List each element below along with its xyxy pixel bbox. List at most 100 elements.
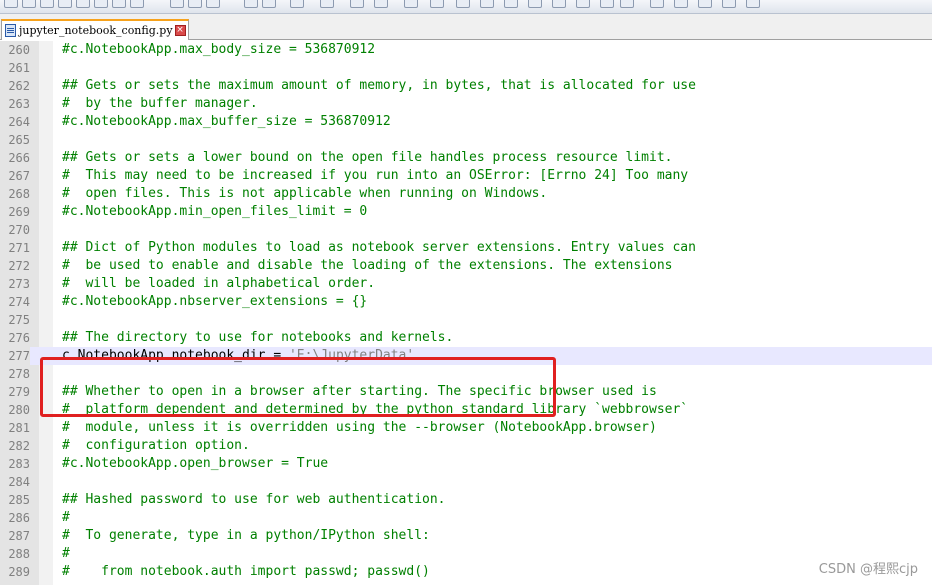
- line-number: 266: [8, 151, 30, 165]
- code-line[interactable]: 276 ## The directory to use for notebooks…: [0, 329, 932, 347]
- code-segment: ## Whether to open in a browser after st…: [62, 384, 657, 399]
- code-line[interactable]: 263 # by the buffer manager.: [0, 95, 932, 113]
- code-segment: # open files. This is not applicable whe…: [62, 186, 548, 201]
- code-text: #c.NotebookApp.min_open_files_limit = 0: [62, 203, 367, 221]
- toolbar-button[interactable]: [374, 0, 388, 8]
- code-text: #: [62, 509, 70, 527]
- code-line[interactable]: 272 # be used to enable and disable the l…: [0, 257, 932, 275]
- code-line[interactable]: 262 ## Gets or sets the maximum amount of…: [0, 77, 932, 95]
- code-segment: # by the buffer manager.: [62, 96, 258, 111]
- line-number: 265: [8, 133, 30, 147]
- toolbar-button[interactable]: [430, 0, 444, 8]
- line-number: 270: [8, 223, 30, 237]
- code-line[interactable]: 270: [0, 221, 932, 239]
- line-number: 288: [8, 547, 30, 561]
- code-text: # To generate, type in a python/IPython …: [62, 527, 430, 545]
- code-line[interactable]: 278: [0, 365, 932, 383]
- toolbar-button[interactable]: [170, 0, 184, 8]
- toolbar-button[interactable]: [320, 0, 334, 8]
- toolbar-button[interactable]: [22, 0, 36, 8]
- code-line[interactable]: 281 # module, unless it is overridden usi…: [0, 419, 932, 437]
- toolbar-button[interactable]: [350, 0, 364, 8]
- toolbar-button[interactable]: [188, 0, 202, 8]
- toolbar-button[interactable]: [504, 0, 518, 8]
- toolbar-button[interactable]: [244, 0, 258, 8]
- code-line[interactable]: 271 ## Dict of Python modules to load as …: [0, 239, 932, 257]
- toolbar-button[interactable]: [130, 0, 144, 8]
- code-line[interactable]: 282 # configuration option.: [0, 437, 932, 455]
- code-line[interactable]: 274 #c.NotebookApp.nbserver_extensions = …: [0, 293, 932, 311]
- code-line[interactable]: 280 # platform dependent and determined b…: [0, 401, 932, 419]
- line-number: 280: [8, 403, 30, 417]
- code-segment: # To generate, type in a python/IPython …: [62, 528, 430, 543]
- toolbar-button[interactable]: [94, 0, 108, 8]
- code-line[interactable]: 273 # will be loaded in alphabetical orde…: [0, 275, 932, 293]
- code-text: c.NotebookApp.notebook_dir = 'E:\Jupyter…: [62, 347, 414, 365]
- toolbar-button[interactable]: [650, 0, 664, 8]
- toolbar-button[interactable]: [576, 0, 590, 8]
- code-segment: #: [62, 546, 70, 561]
- code-line[interactable]: 269 #c.NotebookApp.min_open_files_limit =…: [0, 203, 932, 221]
- toolbar-button[interactable]: [206, 0, 220, 8]
- toolbar-button[interactable]: [404, 0, 418, 8]
- toolbar-button[interactable]: [620, 0, 634, 8]
- code-line[interactable]: 279 ## Whether to open in a browser after…: [0, 383, 932, 401]
- code-line[interactable]: 268 # open files. This is not applicable …: [0, 185, 932, 203]
- code-line[interactable]: 286 #: [0, 509, 932, 527]
- code-text: # open files. This is not applicable whe…: [62, 185, 547, 203]
- code-segment: # This may need to be increased if you r…: [62, 168, 689, 183]
- code-text: ## Gets or sets the maximum amount of me…: [62, 77, 696, 95]
- toolbar-button[interactable]: [76, 0, 90, 8]
- code-segment: # module, unless it is overridden using …: [62, 420, 657, 435]
- code-line[interactable]: 277 c.NotebookApp.notebook_dir = 'E:\Jupy…: [0, 347, 932, 365]
- code-text: # by the buffer manager.: [62, 95, 258, 113]
- code-segment: ## Gets or sets the maximum amount of me…: [62, 78, 696, 93]
- toolbar-button[interactable]: [456, 0, 470, 8]
- toolbar-button[interactable]: [552, 0, 566, 8]
- tab-jupyter-config[interactable]: jupyter_notebook_config.py ×: [1, 19, 189, 40]
- code-line[interactable]: 265: [0, 131, 932, 149]
- code-line[interactable]: 285 ## Hashed password to use for web aut…: [0, 491, 932, 509]
- toolbar-button[interactable]: [722, 0, 736, 8]
- code-text: # module, unless it is overridden using …: [62, 419, 657, 437]
- code-segment: ## Dict of Python modules to load as not…: [62, 240, 696, 255]
- toolbar-button[interactable]: [262, 0, 276, 8]
- toolbar-button[interactable]: [674, 0, 688, 8]
- toolbar-button[interactable]: [528, 0, 542, 8]
- code-line[interactable]: 264 #c.NotebookApp.max_buffer_size = 5368…: [0, 113, 932, 131]
- toolbar-button[interactable]: [290, 0, 304, 8]
- line-number: 282: [8, 439, 30, 453]
- code-segment: # will be loaded in alphabetical order.: [62, 276, 376, 291]
- toolbar-button[interactable]: [58, 0, 72, 8]
- toolbar-button[interactable]: [40, 0, 54, 8]
- line-number: 289: [8, 565, 30, 579]
- code-line[interactable]: 266 ## Gets or sets a lower bound on the …: [0, 149, 932, 167]
- code-line[interactable]: 289 # from notebook.auth import passwd; p…: [0, 563, 932, 581]
- close-icon[interactable]: ×: [174, 25, 186, 36]
- code-segment: #c.NotebookApp.max_buffer_size = 5368709…: [62, 114, 391, 129]
- toolbar-button[interactable]: [4, 0, 18, 8]
- code-line[interactable]: 275: [0, 311, 932, 329]
- code-line[interactable]: 288 #: [0, 545, 932, 563]
- toolbar-button[interactable]: [112, 0, 126, 8]
- code-editor[interactable]: 260 #c.NotebookApp.max_body_size = 536870…: [0, 41, 932, 585]
- code-line[interactable]: 260 #c.NotebookApp.max_body_size = 536870…: [0, 41, 932, 59]
- code-text: # be used to enable and disable the load…: [62, 257, 672, 275]
- line-number: 267: [8, 169, 30, 183]
- toolbar-button[interactable]: [600, 0, 614, 8]
- code-text: ## Gets or sets a lower bound on the ope…: [62, 149, 672, 167]
- string-literal: 'E:\JupyterData': [288, 348, 415, 363]
- line-number: 279: [8, 385, 30, 399]
- code-line[interactable]: 283 #c.NotebookApp.open_browser = True: [0, 455, 932, 473]
- line-number: 285: [8, 493, 30, 507]
- toolbar-button[interactable]: [746, 0, 760, 8]
- tab-bar: jupyter_notebook_config.py ×: [0, 14, 932, 40]
- toolbar-button[interactable]: [480, 0, 494, 8]
- code-text: # will be loaded in alphabetical order.: [62, 275, 375, 293]
- code-line[interactable]: 287 # To generate, type in a python/IPyth…: [0, 527, 932, 545]
- toolbar-button[interactable]: [698, 0, 712, 8]
- code-line[interactable]: 261: [0, 59, 932, 77]
- code-line[interactable]: 284: [0, 473, 932, 491]
- code-line[interactable]: 267 # This may need to be increased if yo…: [0, 167, 932, 185]
- line-number: 261: [8, 61, 30, 75]
